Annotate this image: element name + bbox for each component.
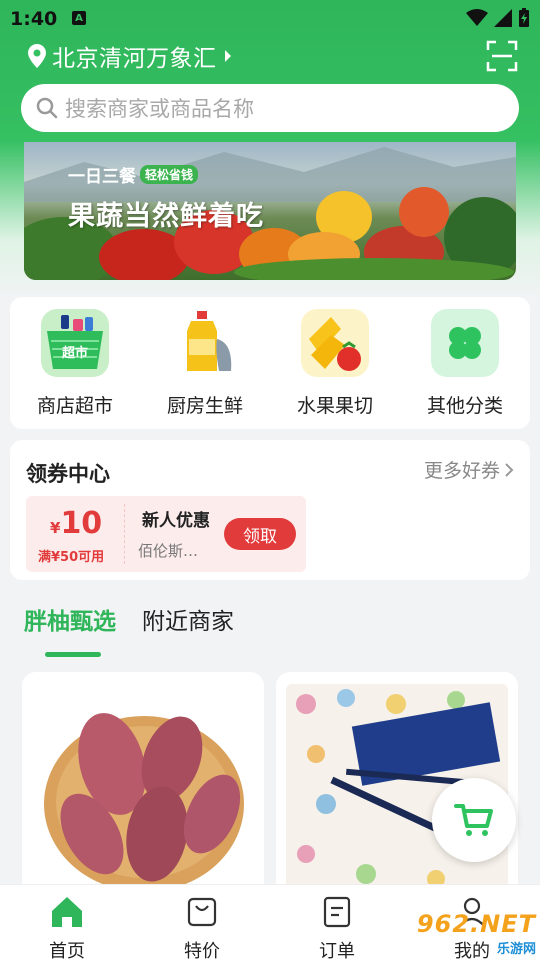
- status-time: 1:40: [10, 8, 58, 30]
- search-input[interactable]: 搜索商家或商品名称: [21, 84, 519, 132]
- watermark-sub: 乐游网: [496, 941, 536, 957]
- coupon-center: 领券中心 更多好券 ¥10 满¥50可用 新人优惠 佰伦斯… 领取: [10, 440, 530, 580]
- watermark-main: 962.NET: [416, 909, 536, 938]
- wifi-icon: [466, 9, 488, 26]
- svg-text:超市: 超市: [62, 345, 88, 361]
- chevron-right-icon: [505, 462, 514, 477]
- pineapple-strawberry-icon: [301, 309, 369, 377]
- nav-label: 首页: [49, 941, 85, 960]
- battery-icon: [519, 8, 529, 27]
- category-label: 其他分类: [426, 395, 503, 417]
- watermark-logo: 962.NET 乐游网: [400, 909, 536, 957]
- coupon-divider: [124, 504, 125, 564]
- supermarket-basket-icon: 超市: [41, 309, 109, 377]
- sweet-potatoes-photo: [32, 684, 254, 902]
- category-other[interactable]: 其他分类: [415, 309, 515, 418]
- order-icon: [323, 896, 351, 928]
- more-coupons-link[interactable]: 更多好券: [424, 456, 514, 483]
- coupon-condition: 满¥50可用: [38, 550, 105, 565]
- product-card[interactable]: [22, 672, 264, 902]
- cart-button[interactable]: [432, 778, 516, 862]
- product-tabs: 胖柚甄选 附近商家: [24, 602, 234, 636]
- tab-nearby-shops[interactable]: 附近商家: [142, 602, 234, 636]
- category-grid: 超市 商店超市 厨房生鲜 水果果切 其他分类: [10, 297, 530, 429]
- nav-special-offers[interactable]: 特价: [162, 895, 242, 960]
- bag-icon: [187, 897, 217, 927]
- category-fruit[interactable]: 水果果切: [285, 309, 385, 418]
- nav-label: 订单: [319, 941, 355, 960]
- coupon-item: ¥10 满¥50可用 新人优惠 佰伦斯… 领取: [26, 496, 306, 572]
- coupon-name: 新人优惠: [142, 511, 210, 531]
- category-label: 水果果切: [296, 395, 373, 417]
- search-placeholder: 搜索商家或商品名称: [65, 97, 254, 121]
- banner-subtitle: 一日三餐 轻松省钱: [68, 162, 199, 187]
- scan-icon[interactable]: [486, 40, 518, 72]
- home-icon: [52, 897, 82, 927]
- notification-icon: A: [72, 11, 86, 25]
- banner-title: 果蔬当然鲜着吃: [68, 201, 264, 232]
- active-tab-indicator: [45, 652, 101, 657]
- cooking-oil-fish-icon: [171, 309, 239, 377]
- tab-featured[interactable]: 胖柚甄选: [24, 602, 116, 636]
- cart-icon: [454, 804, 493, 836]
- location-name: 北京清河万象汇: [52, 46, 217, 72]
- signal-icon: [494, 9, 512, 27]
- category-label: 厨房生鲜: [166, 395, 243, 417]
- location-selector[interactable]: 北京清河万象汇: [28, 40, 233, 72]
- caret-right-icon: [224, 50, 231, 62]
- nav-label: 特价: [184, 941, 220, 960]
- status-bar: 1:40 A: [0, 0, 540, 36]
- nav-orders[interactable]: 订单: [297, 895, 377, 960]
- category-supermarket[interactable]: 超市 商店超市: [25, 309, 125, 418]
- coupon-shop: 佰伦斯…: [138, 542, 199, 560]
- promo-banner[interactable]: 一日三餐 轻松省钱 果蔬当然鲜着吃: [24, 142, 516, 280]
- nav-home[interactable]: 首页: [27, 895, 107, 960]
- four-leaf-grid-icon: [431, 309, 499, 377]
- banner-badge: 轻松省钱: [140, 165, 199, 184]
- category-label: 商店超市: [36, 395, 113, 417]
- coupon-amount: ¥10: [50, 506, 103, 541]
- claim-coupon-button[interactable]: 领取: [224, 518, 296, 550]
- status-icons: [466, 8, 530, 28]
- search-icon: [36, 97, 58, 119]
- location-pin-icon: [28, 44, 46, 68]
- coupon-center-title: 领券中心: [26, 462, 110, 486]
- category-kitchen-fresh[interactable]: 厨房生鲜: [155, 309, 255, 418]
